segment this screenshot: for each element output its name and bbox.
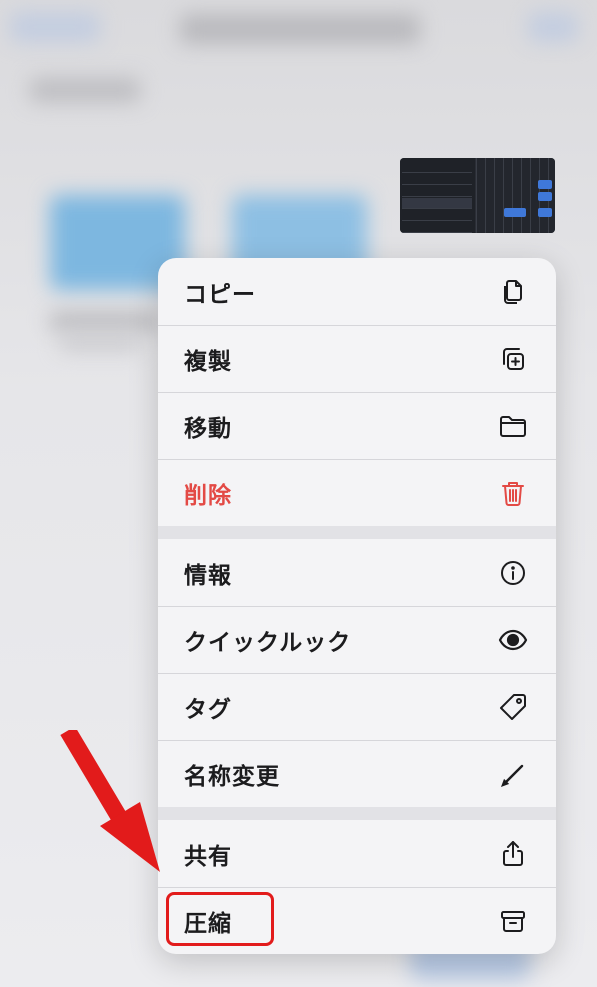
folder-icon [498, 411, 528, 441]
menu-item-label: 情報 [184, 562, 232, 589]
menu-item-info[interactable]: 情報 [158, 539, 556, 606]
menu-item-copy[interactable]: コピー [158, 258, 556, 325]
menu-item-label: タグ [184, 697, 232, 723]
menu-item-label: 複製 [184, 349, 232, 375]
annotation-highlight-box [166, 892, 274, 946]
blurred-heading [30, 78, 140, 102]
menu-item-share[interactable]: 共有 [158, 820, 556, 887]
menu-item-tag[interactable]: タグ [158, 673, 556, 740]
trash-icon [498, 478, 528, 508]
eye-icon [498, 625, 528, 655]
copy-icon [498, 277, 528, 307]
menu-item-delete[interactable]: 削除 [158, 459, 556, 526]
archive-box-icon [498, 906, 528, 936]
blurred-caption-1 [50, 312, 160, 330]
context-menu: コピー 複製 移動 削除 情報 クイックルック タグ 名称変更 共有 圧縮 [158, 258, 556, 954]
blurred-caption-2 [60, 336, 140, 350]
menu-item-label: 名称変更 [184, 764, 280, 790]
menu-item-label: クイックルック [184, 630, 352, 656]
pencil-icon [498, 759, 528, 789]
share-icon [498, 839, 528, 869]
duplicate-icon [498, 344, 528, 374]
menu-item-duplicate[interactable]: 複製 [158, 325, 556, 392]
thumbnail-track-list [400, 158, 475, 233]
menu-item-quicklook[interactable]: クイックルック [158, 606, 556, 673]
menu-item-label: 移動 [184, 416, 232, 442]
thumbnail-timeline [476, 158, 555, 233]
menu-group-separator [158, 807, 556, 820]
blurred-nav-button [10, 12, 100, 42]
menu-item-rename[interactable]: 名称変更 [158, 740, 556, 807]
blurred-nav-button-right [528, 12, 578, 42]
tag-icon [498, 692, 528, 722]
menu-item-label: コピー [184, 281, 256, 308]
menu-item-label: 共有 [184, 843, 232, 870]
annotation-arrow-icon [60, 730, 160, 872]
info-icon [498, 558, 528, 588]
menu-item-move[interactable]: 移動 [158, 392, 556, 459]
blurred-title [180, 14, 420, 44]
menu-group-separator [158, 526, 556, 539]
file-thumbnail [400, 158, 555, 233]
menu-item-label: 削除 [184, 483, 232, 509]
